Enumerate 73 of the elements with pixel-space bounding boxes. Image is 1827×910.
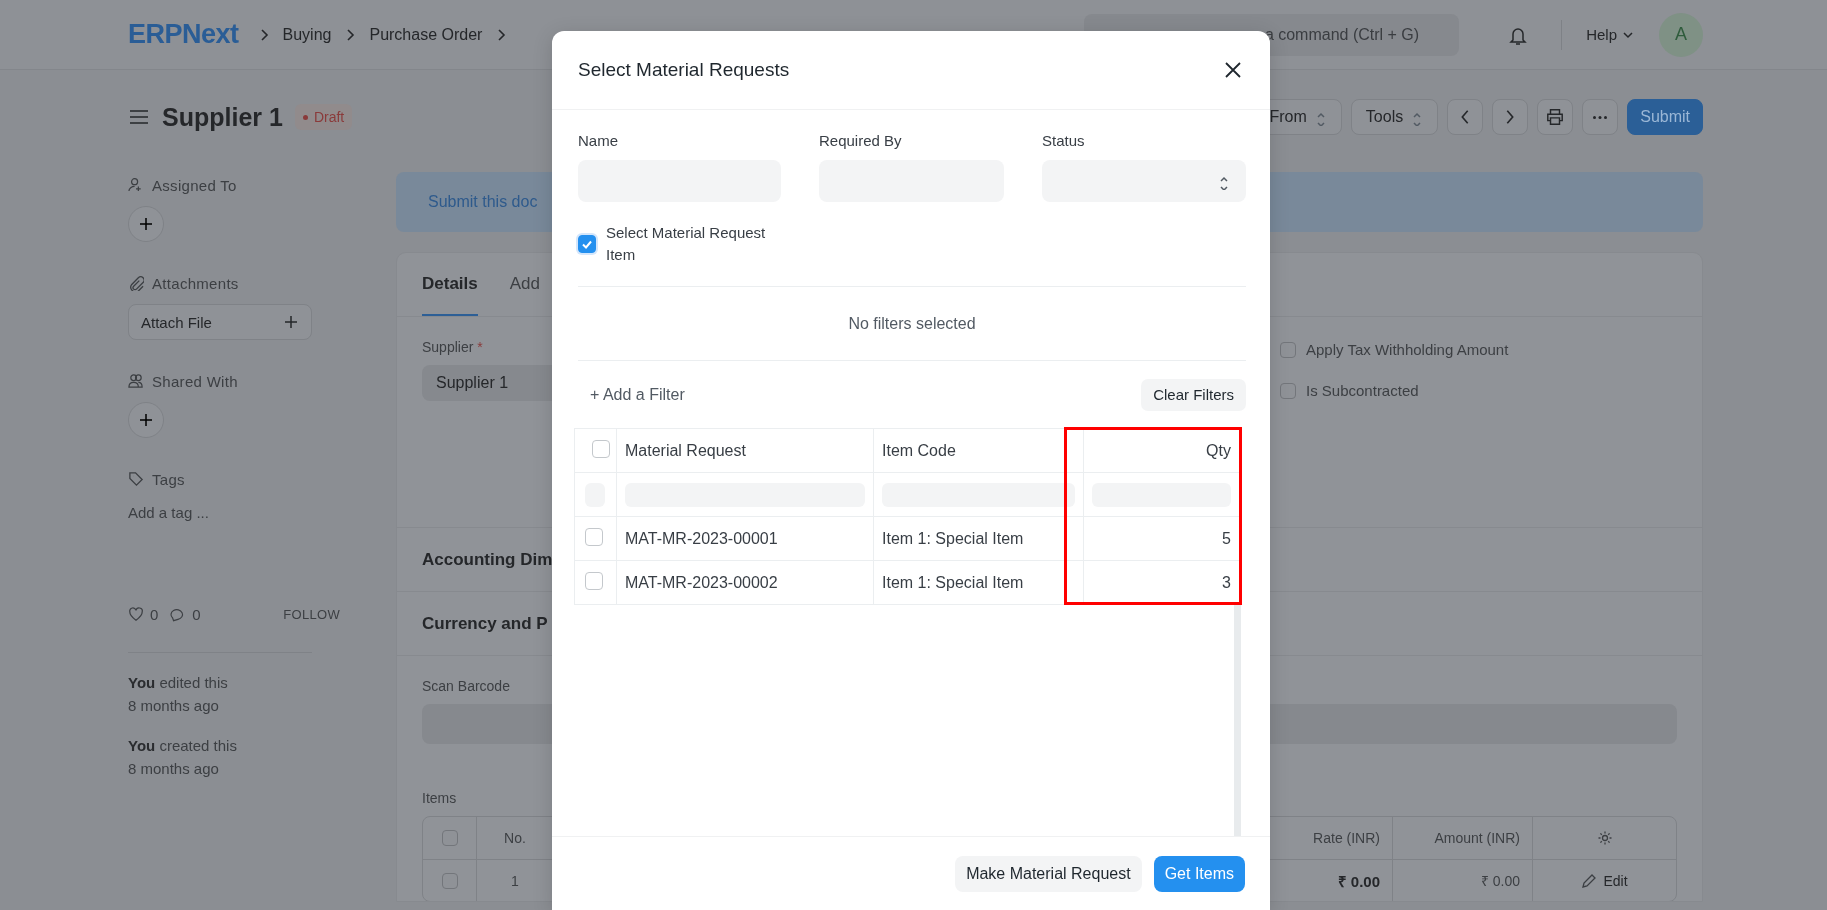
checkbox[interactable] bbox=[1280, 382, 1296, 399]
checkbox[interactable] bbox=[1280, 341, 1296, 358]
more-icon bbox=[1593, 115, 1608, 119]
empty-filter-message: No filters selected bbox=[847, 313, 977, 334]
checkbox[interactable] bbox=[585, 571, 603, 590]
user-plus-icon bbox=[128, 177, 144, 193]
clear-filters-button[interactable]: Clear Filters bbox=[1141, 378, 1246, 411]
checkbox[interactable] bbox=[591, 439, 610, 458]
checkbox[interactable] bbox=[441, 830, 458, 846]
select-field[interactable] bbox=[1042, 160, 1246, 202]
field-label: Items bbox=[422, 790, 458, 806]
follow-link[interactable]: FOLLOW bbox=[283, 606, 340, 622]
column-header: Material Request bbox=[616, 428, 874, 473]
paperclip-icon bbox=[128, 275, 144, 291]
table-cell: Item 1: Special Item bbox=[873, 560, 1084, 605]
breadcrumb-link[interactable]: Purchase Order bbox=[369, 25, 483, 44]
add-button[interactable] bbox=[128, 402, 164, 438]
add-filter-link[interactable]: + Add a Filter bbox=[590, 385, 685, 404]
tab[interactable]: Details bbox=[422, 253, 478, 316]
section-label: Tags bbox=[152, 470, 185, 488]
submit-button[interactable]: Submit bbox=[1627, 99, 1703, 135]
add-button[interactable] bbox=[128, 206, 164, 242]
next-button[interactable] bbox=[1492, 99, 1529, 135]
checkbox-label: Is Subcontracted bbox=[1306, 382, 1419, 399]
field-label: Supplier * bbox=[422, 339, 484, 355]
plus-icon bbox=[283, 314, 299, 330]
tag-icon bbox=[128, 471, 144, 487]
dialog-title: Select Material Requests bbox=[578, 59, 790, 81]
edit-button[interactable]: Edit bbox=[1581, 872, 1628, 889]
activity-entry: You created this 8 months ago bbox=[128, 736, 238, 779]
plus-icon bbox=[138, 412, 154, 428]
section-label: Assigned To bbox=[152, 176, 237, 194]
add-tag-link[interactable]: Add a tag ... bbox=[128, 504, 340, 521]
section-label: Attachments bbox=[152, 274, 239, 292]
field-label: Required By bbox=[819, 132, 903, 149]
table-cell: Item 1: Special Item bbox=[873, 516, 1084, 561]
heart-icon[interactable] bbox=[128, 606, 144, 622]
scrollbar[interactable] bbox=[1234, 604, 1241, 836]
table-cell: MAT-MR-2023-00002 bbox=[616, 560, 874, 605]
table-cell: ₹ 0.00 bbox=[1393, 860, 1533, 901]
printer-icon bbox=[1546, 108, 1565, 126]
plus-icon bbox=[138, 216, 154, 232]
dropdown-button[interactable]: Tools bbox=[1350, 99, 1439, 135]
column-header: Item Code bbox=[873, 428, 1084, 473]
checkbox[interactable] bbox=[585, 527, 603, 546]
checkbox-label: Apply Tax Withholding Amount bbox=[1306, 341, 1509, 358]
more-button[interactable] bbox=[1582, 99, 1619, 135]
section-label: Shared With bbox=[152, 372, 238, 390]
table-cell: MAT-MR-2023-00001 bbox=[616, 516, 874, 561]
like-count: 0 bbox=[150, 605, 159, 623]
checkbox[interactable] bbox=[578, 235, 596, 253]
get-items-button[interactable]: Get Items bbox=[1153, 855, 1245, 892]
attach-file-button[interactable]: Attach File bbox=[128, 304, 312, 340]
status-badge: Draft bbox=[294, 104, 353, 130]
pencil-icon bbox=[1581, 872, 1598, 889]
print-button[interactable] bbox=[1537, 99, 1574, 135]
checkmark-icon bbox=[581, 238, 593, 250]
field-label: Status bbox=[1042, 132, 1086, 149]
checkbox[interactable] bbox=[441, 872, 458, 889]
settings-icon[interactable] bbox=[1596, 830, 1613, 846]
tab[interactable]: Add bbox=[509, 253, 540, 316]
filter-input[interactable] bbox=[882, 482, 1075, 507]
secondary-button[interactable]: Make Material Request bbox=[955, 855, 1142, 892]
users-icon bbox=[128, 373, 144, 389]
comment-count: 0 bbox=[192, 605, 201, 623]
activity-entry: You edited this 8 months ago bbox=[128, 673, 229, 716]
column-header: Amount (INR) bbox=[1393, 817, 1533, 859]
page-title: Supplier 1 bbox=[162, 102, 283, 132]
breadcrumb-link[interactable]: Buying bbox=[282, 25, 332, 44]
field-label: Name bbox=[578, 132, 619, 149]
previous-button[interactable] bbox=[1447, 99, 1484, 135]
field-label: Scan Barcode bbox=[422, 678, 511, 694]
help-menu[interactable]: Help bbox=[1586, 26, 1635, 43]
